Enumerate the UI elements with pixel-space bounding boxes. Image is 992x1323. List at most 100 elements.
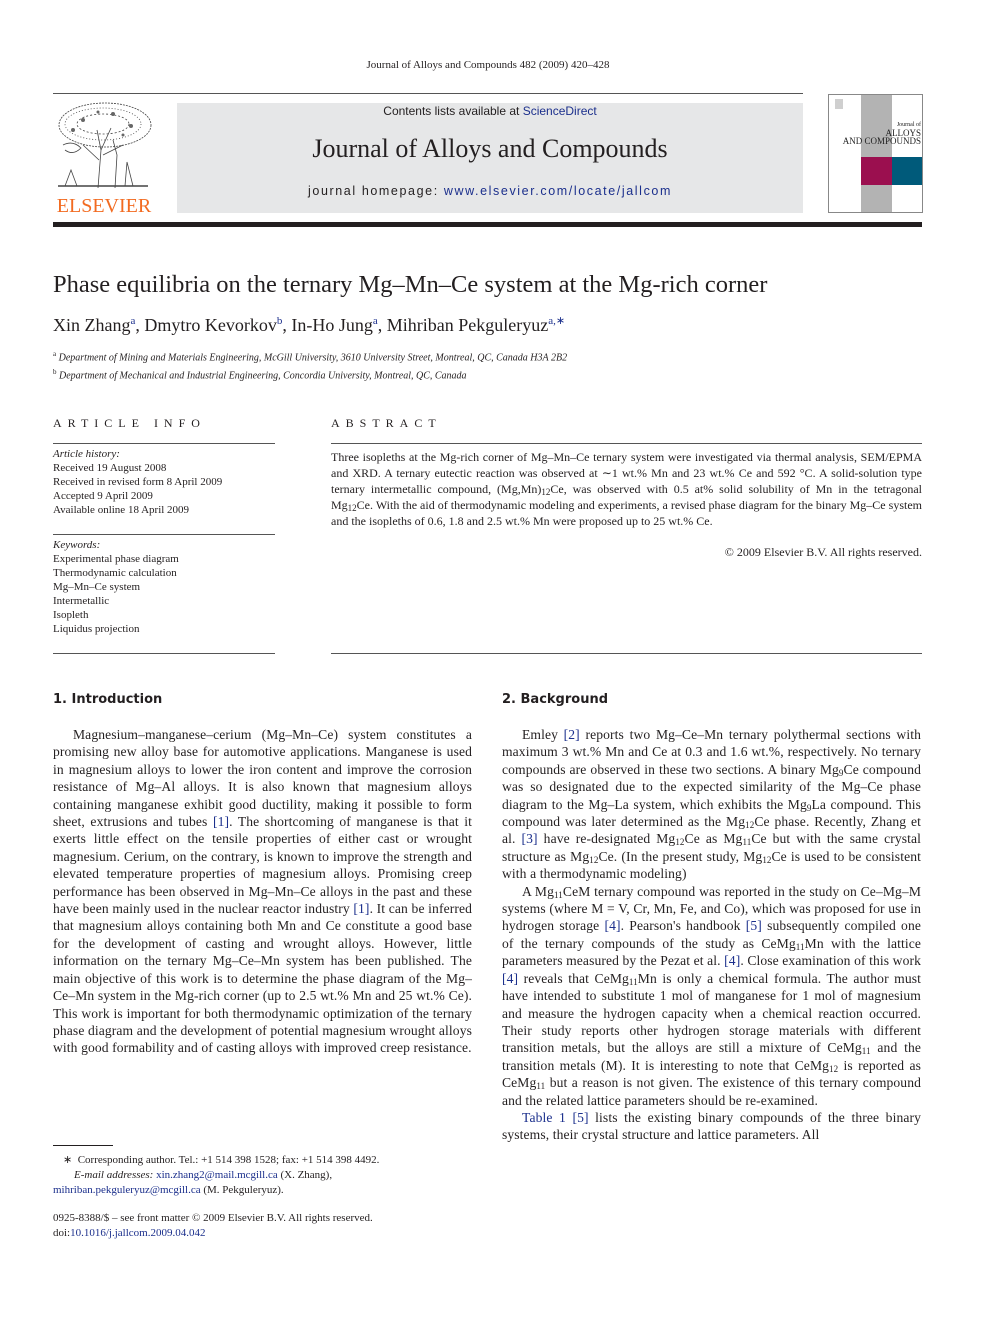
table-link[interactable]: Table 1: [522, 1110, 566, 1125]
email-link[interactable]: xin.zhang2@mail.mcgill.ca: [156, 1169, 278, 1181]
keywords-rule: [53, 534, 275, 535]
cover-emblem-icon: [835, 99, 843, 109]
article-history: Article history: Received 19 August 2008…: [53, 447, 275, 517]
email-owner: (M. Pekguleryuz).: [200, 1184, 284, 1196]
citation-link[interactable]: [1]: [353, 901, 369, 916]
homepage-prefix: journal homepage:: [308, 184, 444, 198]
article-info-bottom-rule: [53, 653, 275, 654]
paragraph: Magnesium–manganese–cerium (Mg–Mn–Ce) sy…: [53, 726, 472, 1057]
homepage-line: journal homepage: www.elsevier.com/locat…: [177, 184, 803, 198]
keyword: Intermetallic: [53, 595, 110, 607]
citation-link[interactable]: [5]: [746, 918, 762, 933]
subscript: 12: [829, 1063, 839, 1074]
masthead-divider: [53, 222, 922, 227]
journal-masthead: Contents lists available at ScienceDirec…: [177, 103, 803, 213]
text-run: but a reason is not given. The existence…: [502, 1075, 921, 1108]
article-info-heading: ARTICLE INFO: [53, 416, 206, 430]
history-label: Article history:: [53, 448, 120, 460]
subscript: 12: [347, 503, 357, 513]
citation-link[interactable]: [4]: [502, 971, 518, 986]
subscript: 11: [742, 837, 752, 848]
doi-link[interactable]: 10.1016/j.jallcom.2009.04.042: [70, 1227, 205, 1239]
subscript: 11: [536, 1081, 546, 1092]
author-affil-link[interactable]: a,∗: [548, 315, 565, 327]
subscript: 11: [554, 889, 563, 900]
cover-blue-block: [892, 157, 922, 185]
affiliation-text: Department of Mechanical and Industrial …: [59, 370, 467, 382]
footnote-rule: [53, 1145, 113, 1146]
citation-link[interactable]: [3]: [522, 831, 538, 846]
author-name: Mihriban Pekguleryuz: [386, 315, 549, 335]
abstract-copyright: © 2009 Elsevier B.V. All rights reserved…: [724, 545, 922, 559]
author-affil-link[interactable]: a: [373, 315, 378, 327]
author-name: Dmytro Kevorkov: [144, 315, 277, 335]
journal-cover-thumbnail[interactable]: Journal of ALLOYS AND COMPOUNDS: [828, 94, 923, 213]
issn-line: 0925-8388/$ – see front matter © 2009 El…: [53, 1212, 373, 1224]
history-item: Accepted 9 April 2009: [53, 490, 153, 502]
elsevier-logo[interactable]: ELSEVIER: [53, 100, 155, 218]
footnote-line: E-mail addresses: xin.zhang2@mail.mcgill…: [53, 1168, 483, 1183]
header-rule: [53, 93, 803, 94]
author-affil-link[interactable]: b: [277, 315, 283, 327]
footnote-line: mihriban.pekguleryuz@mcgill.ca (M. Pekgu…: [53, 1183, 483, 1198]
journal-title: Journal of Alloys and Compounds: [312, 134, 668, 163]
doi-label: doi:: [53, 1227, 71, 1239]
citation-link[interactable]: [4]: [604, 918, 620, 933]
subscript: 11: [628, 976, 638, 987]
affiliation: a Department of Mining and Materials Eng…: [53, 347, 567, 365]
doi-line: doi:10.1016/j.jallcom.2009.04.042: [53, 1226, 373, 1241]
citation-link[interactable]: [4]: [724, 953, 740, 968]
author-list: Xin Zhanga, Dmytro Kevorkovb, In-Ho Jung…: [53, 315, 566, 335]
footnote-line: ∗ Corresponding author. Tel.: +1 514 398…: [53, 1153, 483, 1168]
article-info-rule: [53, 443, 275, 444]
text-run: Emley: [522, 727, 564, 742]
article-title: Phase equilibria on the ternary Mg–Mn–Ce…: [53, 271, 768, 298]
keyword: Isopleth: [53, 609, 89, 621]
citation-link[interactable]: [2]: [564, 727, 580, 742]
history-item: Available online 18 April 2009: [53, 504, 190, 516]
paragraph: A Mg11CeM ternary compound was reported …: [502, 883, 921, 1109]
abstract-bottom-rule: [331, 653, 922, 654]
subscript: 12: [745, 820, 755, 831]
footnote-text: Corresponding author. Tel.: +1 514 398 1…: [77, 1154, 380, 1166]
background-body: Emley [2] reports two Mg–Ce–Mn ternary p…: [502, 726, 921, 1144]
history-item: Received in revised form 8 April 2009: [53, 476, 223, 488]
text-run: Ce. (In the present study, Mg: [598, 848, 763, 864]
subscript: 12: [762, 854, 772, 865]
corresponding-author-footnote: ∗ Corresponding author. Tel.: +1 514 398…: [53, 1153, 483, 1198]
affiliation-text: Department of Mining and Materials Engin…: [58, 352, 568, 364]
cover-red-block: [861, 157, 892, 185]
author-affil-link[interactable]: a: [130, 315, 135, 327]
sciencedirect-link[interactable]: ScienceDirect: [523, 104, 597, 118]
subscript: 11: [861, 1046, 871, 1057]
issn-doi-block: 0925-8388/$ – see front matter © 2009 El…: [53, 1211, 373, 1241]
homepage-link[interactable]: www.elsevier.com/locate/jallcom: [444, 184, 672, 198]
history-item: Received 19 August 2008: [53, 462, 167, 474]
email-label: E-mail addresses:: [74, 1169, 154, 1181]
affiliation: b Department of Mechanical and Industria…: [53, 365, 567, 383]
citation-link[interactable]: [1]: [213, 814, 229, 829]
author-name: Xin Zhang: [53, 315, 131, 335]
affiliation-marker: a: [53, 350, 57, 358]
section-heading-background: 2. Background: [502, 692, 609, 707]
author-name: In-Ho Jung: [291, 315, 373, 335]
introduction-body: Magnesium–manganese–cerium (Mg–Mn–Ce) sy…: [53, 726, 472, 1057]
text-run: Ce as Mg: [684, 831, 743, 847]
cover-title: Journal of ALLOYS AND COMPOUNDS: [831, 121, 921, 146]
text-run: reveals that CeMg: [518, 970, 629, 986]
contents-line: Contents lists available at ScienceDirec…: [177, 104, 803, 118]
keyword: Mg–Mn–Ce system: [53, 581, 141, 593]
keyword: Thermodynamic calculation: [53, 567, 177, 579]
keyword: Experimental phase diagram: [53, 553, 179, 565]
abstract-heading: ABSTRACT: [331, 416, 442, 430]
affiliation-marker: b: [53, 368, 57, 377]
abstract-text: Three isopleths at the Mg-rich corner of…: [331, 449, 922, 529]
affiliations: a Department of Mining and Materials Eng…: [53, 347, 567, 384]
abstract-rule: [331, 443, 922, 444]
keywords: Keywords: Experimental phase diagram The…: [53, 538, 275, 636]
section-heading-introduction: 1. Introduction: [53, 692, 163, 707]
email-link[interactable]: mihriban.pekguleryuz@mcgill.ca: [53, 1184, 201, 1196]
subscript: 11: [795, 941, 805, 952]
keywords-label: Keywords:: [53, 539, 101, 551]
citation-link[interactable]: [5]: [572, 1110, 588, 1125]
